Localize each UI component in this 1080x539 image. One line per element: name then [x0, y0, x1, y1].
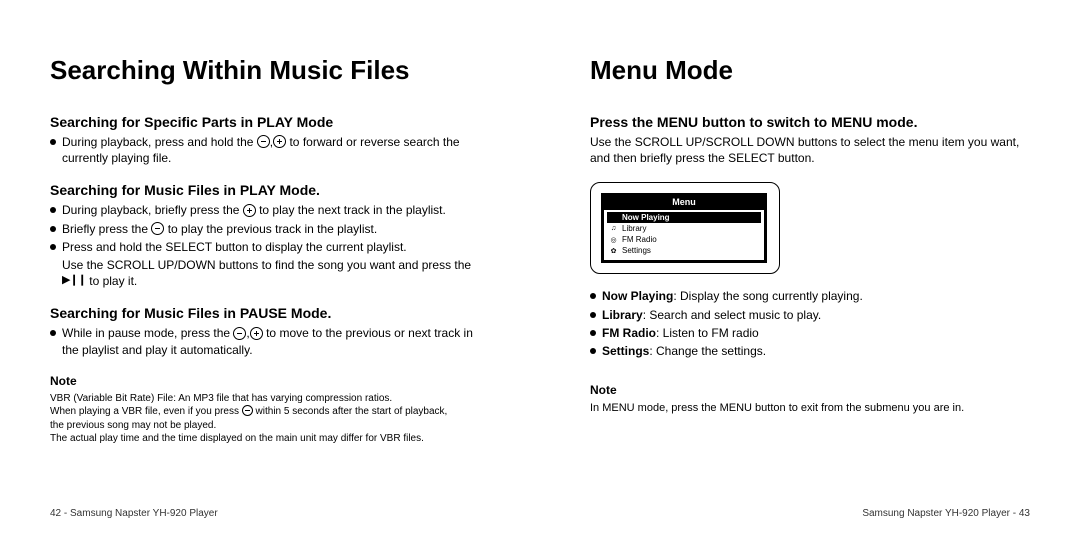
- heading-play-specific: Searching for Specific Parts in PLAY Mod…: [50, 114, 490, 130]
- note-label: Note: [590, 383, 1030, 397]
- bullet-item: Briefly press the to play the previous t…: [50, 221, 490, 237]
- plus-icon: [243, 204, 256, 217]
- bullet-item: During playback, press and hold the , to…: [50, 134, 490, 166]
- page-footer-right: Samsung Napster YH-920 Player - 43: [862, 508, 1030, 519]
- note-line: When playing a VBR file, even if you pre…: [50, 405, 490, 419]
- plus-icon: [273, 135, 286, 148]
- heading-pause-files: Searching for Music Files in PAUSE Mode.: [50, 305, 490, 321]
- minus-icon: [257, 135, 270, 148]
- indent-line: ▶❙❙ to play it.: [62, 273, 490, 289]
- device-menu-item-fm-radio: ◎ FM Radio: [607, 234, 761, 245]
- bullet-item: Now Playing: Display the song currently …: [590, 288, 1030, 304]
- note-label: Note: [50, 374, 490, 388]
- device-menu-list: ◉ Now Playing ♫ Library ◎ FM Radio ✿ Set…: [604, 210, 764, 260]
- section-play-files: Searching for Music Files in PLAY Mode. …: [50, 182, 490, 289]
- minus-icon: [242, 405, 253, 416]
- bullet-item: Press and hold the SELECT button to disp…: [50, 239, 490, 255]
- device-screen-title: Menu: [604, 196, 764, 210]
- device-menu-item-library: ♫ Library: [607, 223, 761, 234]
- play-pause-icon: ▶❙❙: [62, 276, 86, 285]
- device-screen: Menu ◉ Now Playing ♫ Library ◎ FM Radio: [590, 182, 780, 274]
- now-playing-icon: ◉: [609, 214, 618, 221]
- device-menu-item-settings: ✿ Settings: [607, 245, 761, 256]
- section-note-right: Note In MENU mode, press the MENU button…: [590, 383, 1030, 416]
- page-right: Menu Mode Press the MENU button to switc…: [540, 0, 1080, 539]
- bullet-item: Settings: Change the settings.: [590, 343, 1030, 359]
- menu-definitions: Now Playing: Display the song currently …: [590, 288, 1030, 359]
- page-footer-left: 42 - Samsung Napster YH-920 Player: [50, 508, 218, 519]
- radio-icon: ◎: [609, 236, 618, 243]
- section-play-specific: Searching for Specific Parts in PLAY Mod…: [50, 114, 490, 166]
- minus-icon: [151, 222, 164, 235]
- manual-spread: Searching Within Music Files Searching f…: [0, 0, 1080, 539]
- page-left: Searching Within Music Files Searching f…: [0, 0, 540, 539]
- note-line: the previous song may not be played.: [50, 419, 490, 433]
- heading-play-files: Searching for Music Files in PLAY Mode.: [50, 182, 490, 198]
- library-icon: ♫: [609, 225, 618, 232]
- bullet-item: FM Radio: Listen to FM radio: [590, 325, 1030, 341]
- section-note-left: Note VBR (Variable Bit Rate) File: An MP…: [50, 374, 490, 446]
- note-line: In MENU mode, press the MENU button to e…: [590, 401, 1030, 416]
- menu-intro-bold: Press the MENU button to switch to MENU …: [590, 114, 1030, 130]
- indent-line: Use the SCROLL UP/DOWN buttons to find t…: [62, 257, 490, 273]
- minus-icon: [233, 327, 246, 340]
- section-pause-files: Searching for Music Files in PAUSE Mode.…: [50, 305, 490, 357]
- note-line: VBR (Variable Bit Rate) File: An MP3 fil…: [50, 392, 490, 406]
- bullet-item: Library: Search and select music to play…: [590, 307, 1030, 323]
- settings-icon: ✿: [609, 247, 618, 254]
- page-title-left: Searching Within Music Files: [50, 55, 490, 86]
- menu-intro-line: Use the SCROLL UP/SCROLL DOWN buttons to…: [590, 134, 1030, 166]
- note-line: The actual play time and the time displa…: [50, 432, 490, 446]
- device-menu-item-now-playing: ◉ Now Playing: [607, 212, 761, 223]
- bullet-item: While in pause mode, press the , to move…: [50, 325, 490, 357]
- bullet-item: During playback, briefly press the to pl…: [50, 202, 490, 218]
- plus-icon: [250, 327, 263, 340]
- page-title-right: Menu Mode: [590, 55, 1030, 86]
- menu-intro: Press the MENU button to switch to MENU …: [590, 114, 1030, 166]
